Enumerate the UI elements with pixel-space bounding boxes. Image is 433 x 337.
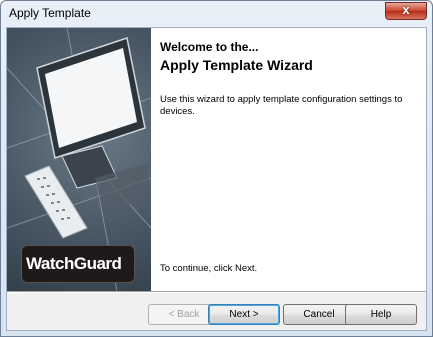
wizard-side-image: WatchGuard [7,28,151,291]
continue-hint: To continue, click Next. [160,263,258,274]
dialog-client: WatchGuard Welcome to the... Apply Templ… [6,27,427,331]
apply-template-dialog: Apply Template x WatchGuard Welcome to t… [0,0,433,337]
button-separator [7,291,426,293]
close-icon: x [402,2,410,17]
watchguard-logo: WatchGuard [21,245,135,283]
brand-wordmark: WatchGuard [26,254,122,273]
welcome-heading: Welcome to the... [160,40,259,54]
wizard-description: Use this wizard to apply template config… [160,94,403,117]
title-bar[interactable]: Apply Template x [1,1,432,27]
window-title: Apply Template [9,6,91,20]
next-button[interactable]: Next > [208,304,280,325]
close-button[interactable]: x [385,2,427,20]
help-button[interactable]: Help [345,304,417,325]
wizard-title: Apply Template Wizard [160,57,313,73]
wizard-page: WatchGuard Welcome to the... Apply Templ… [7,28,426,291]
